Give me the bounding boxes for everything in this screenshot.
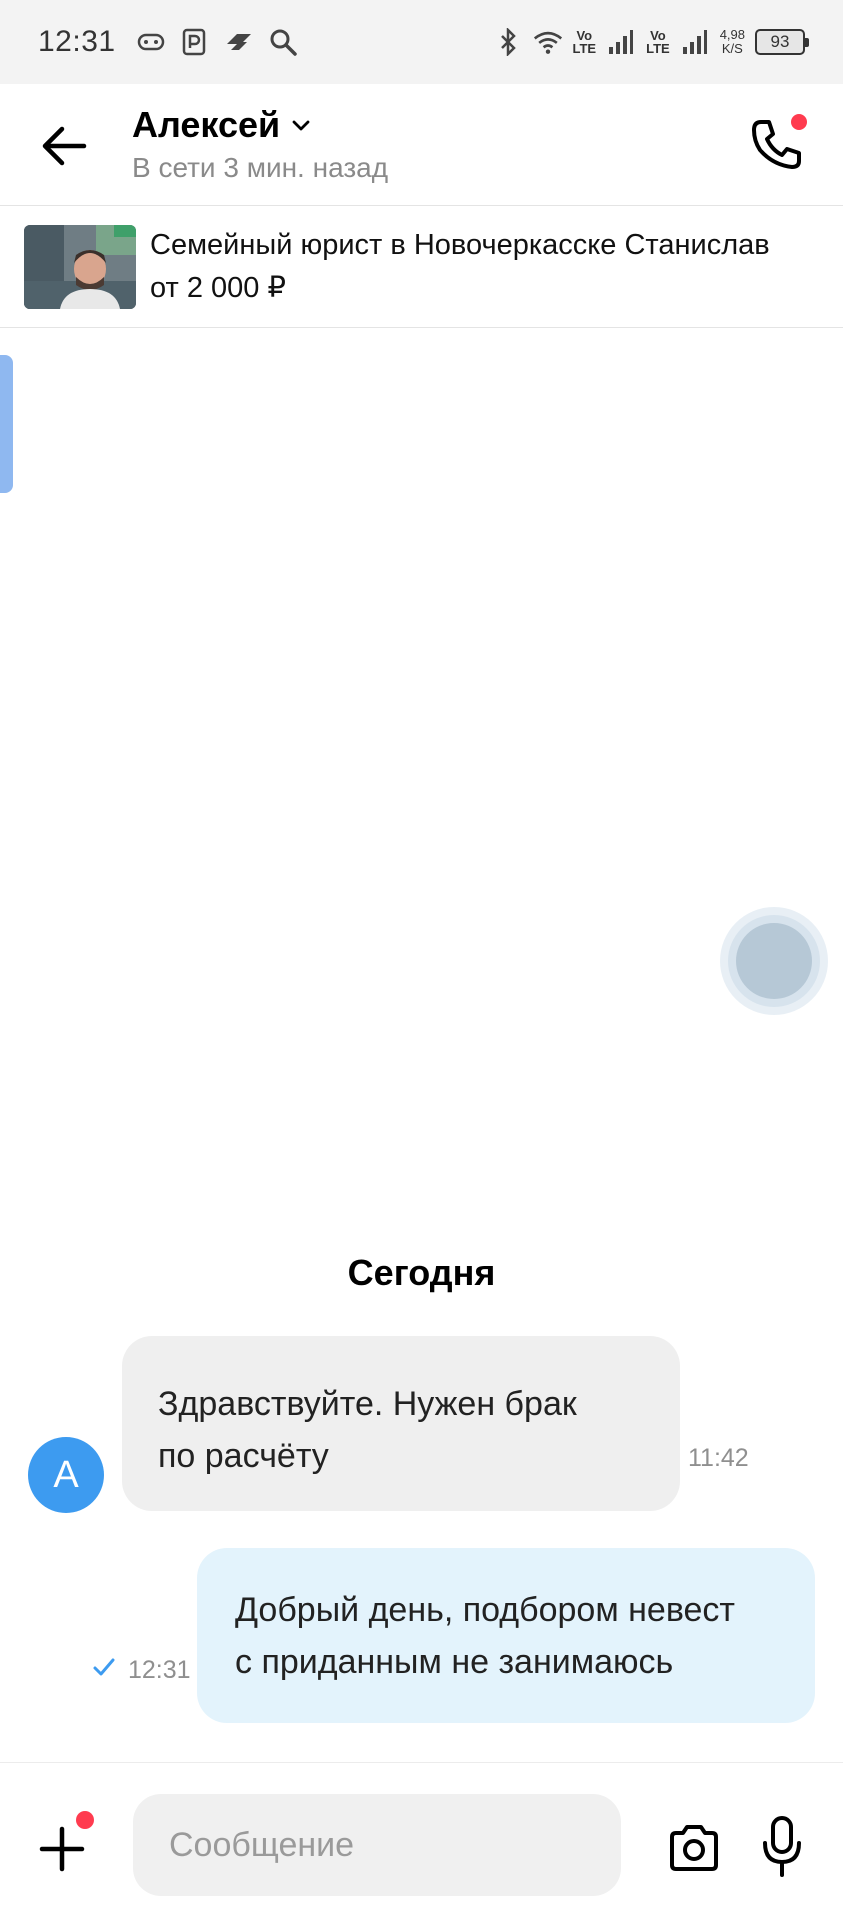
message-line: по расчёту [158, 1437, 329, 1475]
gamepad-icon [136, 27, 166, 57]
volte-badge-2: Vo LTE [646, 28, 670, 56]
volte-badge-1: Vo LTE [572, 28, 597, 56]
check-icon [93, 1658, 115, 1676]
contact-status: В сети 3 мин. назад [132, 152, 389, 183]
status-time: 12:31 [38, 25, 116, 58]
message-bubble-outgoing[interactable]: Добрый день, подбором невест с приданным… [197, 1548, 815, 1723]
edge-panel-handle[interactable] [0, 355, 13, 493]
listing-thumbnail [24, 225, 136, 309]
search-icon [268, 27, 298, 57]
listing-price: от 2 000 ₽ [150, 272, 286, 304]
listing-card[interactable]: Семейный юрист в Новочеркасске Станислав… [0, 207, 843, 328]
camera-button[interactable] [666, 1823, 722, 1873]
bluetooth-icon [493, 27, 523, 57]
message-bubble-incoming[interactable]: Здравствуйте. Нужен брак по расчёту [122, 1336, 680, 1511]
status-system-icons: Vo LTE Vo LTE 4,98 K/S 93 [493, 27, 809, 57]
floating-assistive-button[interactable] [736, 923, 812, 999]
plus-icon [39, 1826, 85, 1872]
status-bar: 12:31 Vo LTE Vo LTE 4,98 K/S 93 [0, 0, 843, 84]
microphone-button[interactable] [760, 1815, 804, 1879]
call-button[interactable] [747, 114, 807, 174]
arrow-left-icon [42, 126, 87, 166]
message-time-outgoing: 12:31 [128, 1656, 191, 1684]
app-logo-icon [224, 27, 254, 57]
microphone-icon [763, 1816, 801, 1877]
signal-icon-2 [680, 27, 710, 57]
composer-bar [0, 1762, 843, 1920]
parking-app-icon [180, 27, 210, 57]
message-time-incoming: 11:42 [688, 1444, 749, 1472]
wifi-icon [533, 27, 563, 57]
avatar[interactable]: А [28, 1437, 104, 1513]
attach-notification-dot [76, 1811, 94, 1829]
status-notification-icons [136, 27, 298, 57]
message-line: Здравствуйте. Нужен брак [158, 1385, 577, 1423]
listing-title: Семейный юрист в Новочеркасске Станислав [150, 229, 770, 261]
network-speed: 4,98 K/S [719, 27, 745, 56]
avatar-letter: А [53, 1453, 79, 1496]
signal-icon-1 [606, 27, 636, 57]
attach-button[interactable] [38, 1825, 86, 1873]
chevron-down-icon [292, 120, 310, 131]
battery-indicator: 93 [755, 29, 809, 55]
message-line: с приданным не занимаюсь [235, 1643, 674, 1681]
listing-text: Семейный юрист в Новочеркасске Станислав… [150, 229, 830, 305]
chat-header: Алексей В сети 3 мин. назад [0, 84, 843, 206]
message-line: Добрый день, подбором невест [235, 1591, 735, 1629]
date-separator: Сегодня [347, 1252, 496, 1293]
message-input[interactable] [133, 1794, 621, 1896]
back-button[interactable] [40, 124, 90, 168]
contact-name-button[interactable]: Алексей [132, 104, 312, 146]
call-notification-dot [791, 114, 807, 130]
contact-name: Алексей [132, 104, 281, 145]
camera-icon [670, 1825, 718, 1871]
